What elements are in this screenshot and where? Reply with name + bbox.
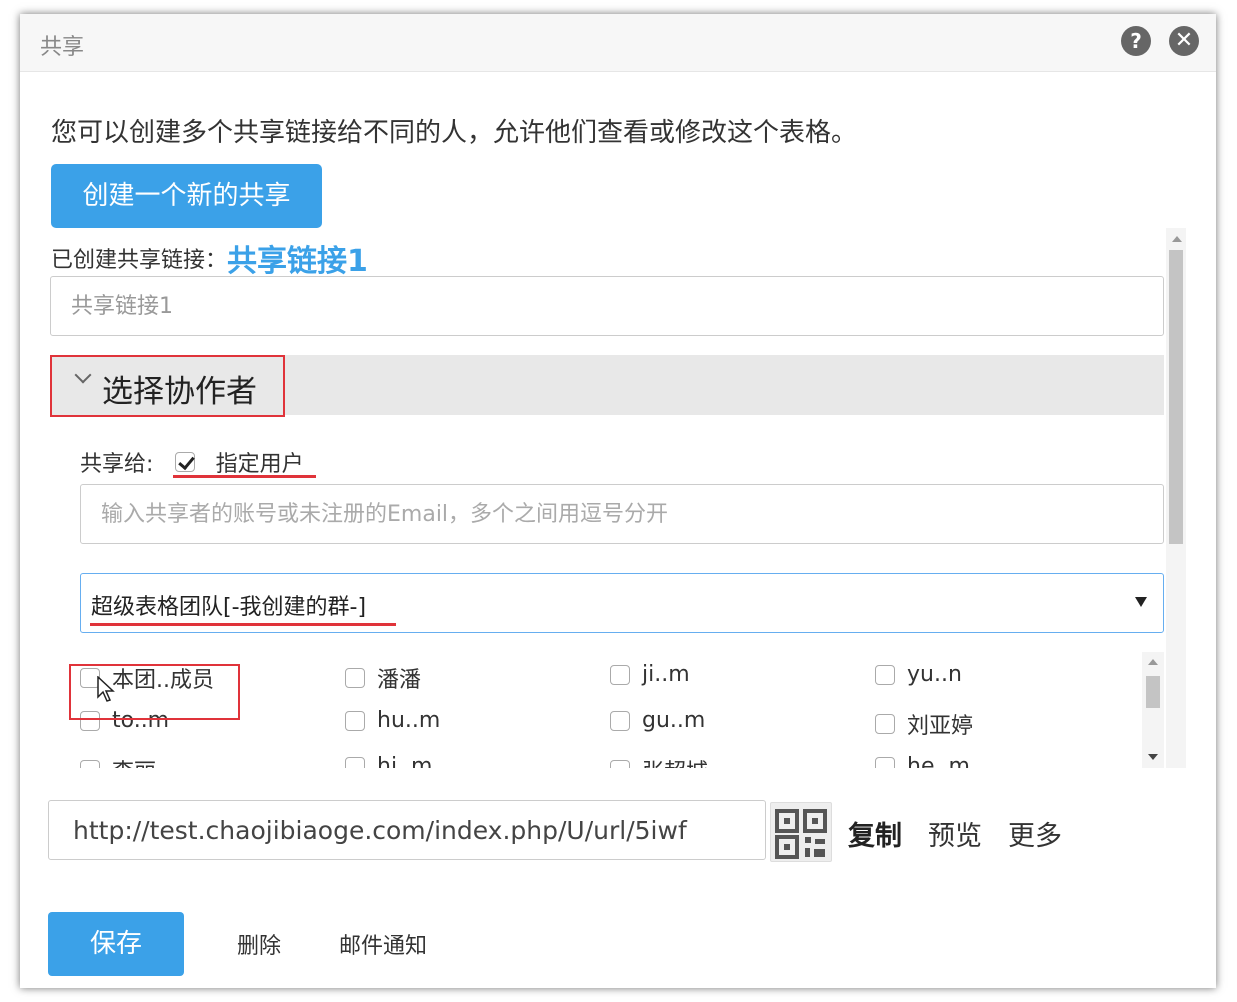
member-checkbox[interactable] <box>345 756 365 768</box>
collaborators-section-toggle[interactable]: 选择协作者 <box>50 355 285 417</box>
member-item[interactable]: 刘亚婷 <box>875 708 973 739</box>
created-links-row: 已创建共享链接：共享链接1 <box>51 236 368 279</box>
created-links-label: 已创建共享链接： <box>51 248 228 273</box>
email-notify-link[interactable]: 邮件通知 <box>339 928 427 960</box>
red-box-annotation <box>69 664 240 720</box>
intro-text: 您可以创建多个共享链接给不同的人，允许他们查看或修改这个表格。 <box>51 118 858 148</box>
member-item[interactable]: he..m <box>875 754 970 768</box>
main-scrollbar[interactable] <box>1166 228 1186 768</box>
scroll-down-icon[interactable] <box>1148 754 1158 760</box>
mouse-cursor-icon <box>97 676 115 702</box>
member-item[interactable]: 张超城 <box>610 754 708 768</box>
member-list-scrollbar[interactable] <box>1142 652 1164 768</box>
member-item[interactable]: hi..m <box>345 754 432 768</box>
member-checkbox[interactable] <box>875 756 895 768</box>
chevron-down-icon <box>74 366 92 384</box>
red-underline-annotation <box>90 623 396 626</box>
save-button[interactable]: 保存 <box>48 912 184 976</box>
member-checkbox[interactable] <box>345 668 365 688</box>
member-item[interactable]: 李丽 <box>80 754 156 768</box>
scrollbar-thumb[interactable] <box>1169 250 1183 544</box>
share-url-input[interactable] <box>48 800 766 860</box>
member-checkbox[interactable] <box>875 714 895 734</box>
share-to-row: 共享给: 指定用户 <box>80 446 304 478</box>
member-checkbox[interactable] <box>80 760 100 768</box>
help-icon[interactable]: ? <box>1121 26 1151 56</box>
qr-code-graphic <box>775 809 827 859</box>
preview-link[interactable]: 预览 <box>928 814 982 853</box>
member-item[interactable]: yu..n <box>875 662 962 692</box>
member-item[interactable]: ji..m <box>610 662 690 692</box>
member-checkbox[interactable] <box>610 760 630 768</box>
caret-down-icon <box>1135 597 1147 607</box>
scroll-up-icon[interactable] <box>1172 236 1182 242</box>
member-checkbox[interactable] <box>610 664 630 685</box>
link-name-input[interactable] <box>50 276 1164 336</box>
created-link-tab[interactable]: 共享链接1 <box>227 244 368 279</box>
red-underline-annotation <box>173 475 316 478</box>
delete-link[interactable]: 删除 <box>237 928 281 960</box>
member-item[interactable]: hu..m <box>345 708 440 738</box>
create-share-button[interactable]: 创建一个新的共享 <box>51 164 322 228</box>
copy-link[interactable]: 复制 <box>848 814 902 853</box>
specified-users-checkbox[interactable] <box>174 452 195 472</box>
member-item[interactable]: gu..m <box>610 708 705 738</box>
member-checkbox[interactable] <box>345 710 365 731</box>
member-checkbox[interactable] <box>875 664 895 685</box>
close-icon[interactable]: ✕ <box>1169 26 1199 56</box>
specified-users-label[interactable]: 指定用户 <box>216 452 304 477</box>
scrollbar-thumb[interactable] <box>1146 676 1160 708</box>
dialog-titlebar: 共享 ? ✕ <box>20 14 1216 72</box>
member-item[interactable]: 潘潘 <box>345 662 421 693</box>
email-input[interactable] <box>80 484 1164 544</box>
dialog-title: 共享 <box>40 35 85 60</box>
share-dialog: 共享 ? ✕ 您可以创建多个共享链接给不同的人，允许他们查看或修改这个表格。 创… <box>20 14 1216 988</box>
collaborators-section-title: 选择协作者 <box>102 374 257 410</box>
group-select-value: 超级表格团队[-我创建的群-] <box>91 595 367 620</box>
share-to-label: 共享给: <box>80 452 154 477</box>
qr-code-icon[interactable] <box>770 802 832 862</box>
member-checkbox[interactable] <box>610 710 630 731</box>
more-link[interactable]: 更多 <box>1008 814 1062 853</box>
scroll-up-icon[interactable] <box>1148 659 1158 665</box>
